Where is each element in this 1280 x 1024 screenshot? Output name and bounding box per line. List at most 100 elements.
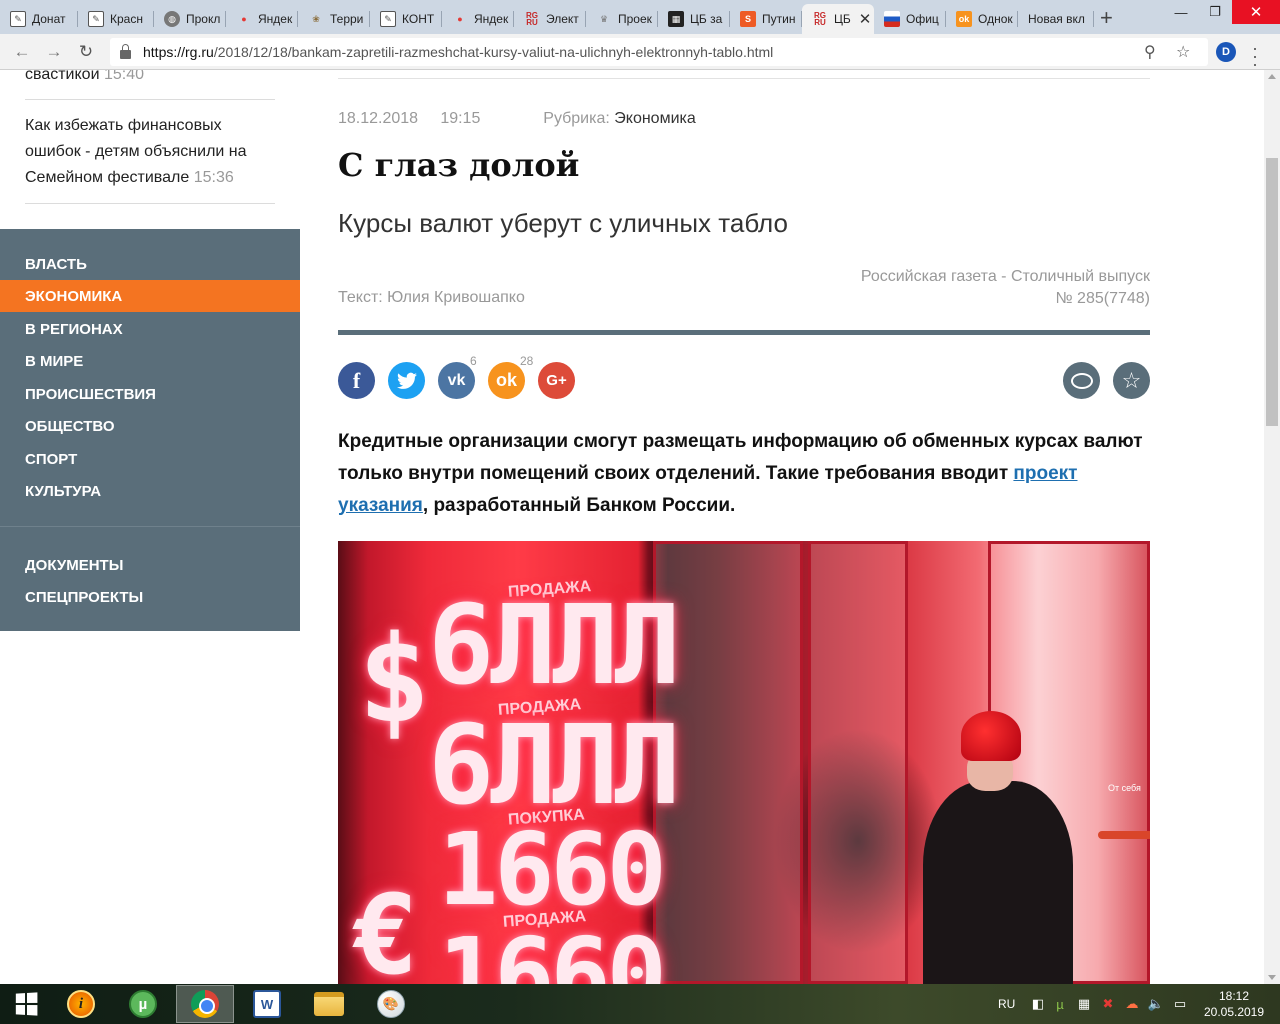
board-digits: 1660 [438, 916, 667, 984]
nav-divider [0, 526, 300, 527]
scroll-up-arrow[interactable] [1268, 74, 1276, 79]
news-item[interactable]: свастикой 15:40 [25, 70, 275, 88]
tab-1[interactable]: ✎ Донат [0, 4, 78, 34]
page-viewport: свастикой 15:40 Как избежать финансовых … [0, 70, 1264, 984]
section-nav: Власть Экономика В регионах В мире Проис… [0, 229, 300, 631]
tab-9[interactable]: ♛ Проек [586, 4, 658, 34]
start-button[interactable] [0, 984, 52, 1024]
page-scrollbar[interactable] [1264, 70, 1280, 984]
ok-share-button[interactable]: ok 28 [488, 354, 533, 399]
map-pin-icon: ● [457, 14, 463, 24]
facebook-share-button[interactable]: f [338, 362, 375, 399]
nav-item-ekonomika[interactable]: Экономика [0, 280, 300, 312]
tab-2[interactable]: ✎ Красн [78, 4, 154, 34]
door-frame [808, 541, 908, 984]
profile-avatar[interactable]: D [1216, 42, 1236, 62]
security-alert-icon[interactable]: ✖ [1100, 996, 1116, 1012]
tab-label: КОНТ [402, 12, 435, 26]
taskbar-clock[interactable]: 18:12 20.05.2019 [1200, 988, 1268, 1020]
ok-icon: ok [956, 11, 972, 27]
volume-icon[interactable]: 🔈 [1148, 996, 1164, 1012]
restore-button[interactable]: ❐ [1198, 0, 1232, 24]
bookmark-star-icon[interactable]: ☆ [1176, 38, 1190, 66]
chrome-icon [191, 990, 219, 1018]
nav-item-v-mire[interactable]: В мире [0, 345, 300, 377]
tab-label: Путин [762, 12, 796, 26]
tab-7[interactable]: ● Яндек [442, 4, 514, 34]
minimize-button[interactable]: — [1164, 0, 1198, 24]
lead-text: , разработанный Банком России. [422, 495, 736, 516]
nav-item-specproekty[interactable]: Спецпроекты [0, 581, 300, 613]
tab-4[interactable]: ● Яндек [226, 4, 298, 34]
word-icon: W [253, 990, 281, 1018]
reload-button[interactable]: ↻ [74, 40, 98, 64]
taskbar-app-chrome[interactable] [176, 985, 234, 1023]
tab-6[interactable]: ✎ КОНТ [370, 4, 442, 34]
clock-date: 20.05.2019 [1203, 1005, 1265, 1019]
taskbar-app-paint[interactable]: 🎨 [362, 985, 420, 1023]
news-item[interactable]: Как избежать финансовых ошибок - детям о… [25, 113, 275, 191]
tab-13[interactable]: Офиц [874, 4, 946, 34]
tab-3[interactable]: ◍ Прокл [154, 4, 226, 34]
window-close-button[interactable]: ✕ [1232, 0, 1280, 24]
news-text: свастикой [25, 70, 100, 83]
tab-label: Яндек [474, 12, 509, 26]
euro-sign: € [352, 871, 418, 984]
new-tab-button[interactable]: + [1100, 5, 1113, 31]
nav-item-kultura[interactable]: Культура [0, 475, 300, 507]
scroll-down-arrow[interactable] [1268, 975, 1276, 980]
tab-active[interactable]: RG RU ЦБ ✕ [802, 4, 874, 34]
dollar-sign: $ [358, 611, 430, 750]
edition-info[interactable]: Российская газета - Столичный выпуск № 2… [861, 266, 1150, 310]
taskbar-app-info[interactable]: i [52, 985, 110, 1023]
tab-5[interactable]: ❀ Терри [298, 4, 370, 34]
nav-item-dokumenty[interactable]: Документы [0, 549, 300, 581]
taskbar-app-explorer[interactable] [300, 985, 358, 1023]
russia-flag-icon [884, 11, 900, 27]
taskbar-app-utorrent[interactable]: µ [114, 985, 172, 1023]
twitter-icon [396, 372, 417, 389]
article-meta: 18.12.2018 19:15 Рубрика: Экономика [338, 110, 696, 128]
nav-item-vlast[interactable]: Власть [0, 248, 300, 280]
scroll-thumb[interactable] [1266, 158, 1278, 426]
language-indicator[interactable]: RU [998, 984, 1015, 1024]
comment-bubble-icon [1070, 372, 1093, 389]
tab-11[interactable]: S Путин [730, 4, 802, 34]
windows-logo-icon [15, 992, 38, 1016]
tab-label: ЦБ за [690, 12, 723, 26]
tab-label: Элект [546, 12, 579, 26]
tab-label: ЦБ [834, 12, 851, 26]
rubric-link[interactable]: Экономика [614, 110, 696, 127]
board-digits: 6ЛЛЛ [428, 581, 681, 709]
tab-new[interactable]: Новая вкл [1018, 4, 1094, 34]
nav-item-obshchestvo[interactable]: Общество [0, 410, 300, 442]
zoom-icon[interactable]: ⚲ [1144, 38, 1156, 66]
browser-toolbar: ← → ↻ https://rg.ru/2018/12/18/bankam-za… [0, 34, 1280, 73]
vk-share-button[interactable]: vk 6 [438, 354, 477, 399]
tray-app-icon[interactable]: ◧ [1030, 996, 1046, 1012]
taskbar-app-word[interactable]: W [238, 985, 296, 1023]
menu-icon[interactable]: · · · [1252, 39, 1258, 73]
close-tab-icon[interactable]: ✕ [859, 10, 872, 28]
display-icon[interactable]: ▭ [1172, 996, 1188, 1012]
twitter-share-button[interactable] [388, 362, 425, 399]
comments-button[interactable] [1063, 362, 1100, 399]
address-bar[interactable]: https://rg.ru/2018/12/18/bankam-zapretil… [110, 38, 1208, 66]
tab-14[interactable]: ok Однок [946, 4, 1018, 34]
news-time: 15:36 [193, 169, 234, 186]
woman-figure [923, 711, 1093, 984]
back-button[interactable]: ← [10, 40, 34, 64]
tab-8[interactable]: RG RU Элект [514, 4, 586, 34]
tab-10[interactable]: ▦ ЦБ за [658, 4, 730, 34]
forward-button[interactable]: → [42, 40, 66, 64]
nav-item-v-regionah[interactable]: В регионах [0, 313, 300, 345]
tray-sync-icon[interactable]: ☁ [1124, 996, 1140, 1012]
qr-icon: ▦ [668, 11, 684, 27]
network-icon[interactable]: ▦ [1076, 996, 1092, 1012]
google-plus-share-button[interactable]: G+ [538, 362, 575, 399]
door-handle [1098, 831, 1150, 839]
favorite-button[interactable]: ☆ [1113, 362, 1150, 399]
nav-item-proisshestviya[interactable]: Происшествия [0, 378, 300, 410]
utorrent-tray-icon[interactable]: µ [1052, 996, 1068, 1012]
nav-item-sport[interactable]: Спорт [0, 443, 300, 475]
